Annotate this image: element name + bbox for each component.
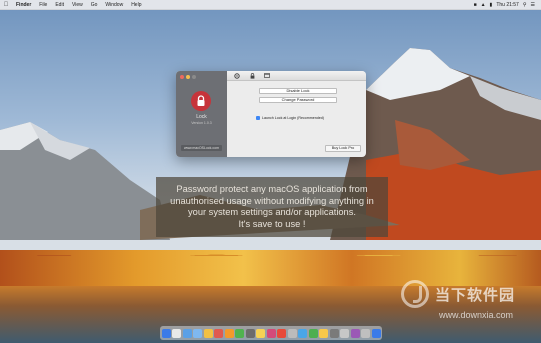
change-password-button[interactable]: Change Password	[259, 97, 337, 103]
menu-clock[interactable]: Thu 21:57	[496, 2, 519, 8]
dock	[160, 326, 382, 340]
app-version: Version 1.0.3	[191, 121, 212, 125]
close-window-button[interactable]	[180, 75, 184, 79]
dock-app-icon[interactable]	[161, 328, 171, 338]
menu-bar-status: ■ ▲ ▮ Thu 21:57 ⚲ ☰	[474, 2, 541, 8]
dock-app-icon[interactable]	[287, 328, 297, 338]
menu-go[interactable]: Go	[87, 2, 102, 8]
disable-lock-button[interactable]: Disable Lock	[259, 88, 337, 94]
watermark-logo-icon	[400, 280, 429, 308]
dock-app-icon[interactable]	[308, 328, 318, 338]
menu-bar:  Finder File Edit View Go Window Help ■…	[0, 0, 541, 10]
dock-app-icon[interactable]	[182, 328, 192, 338]
dock-app-icon[interactable]	[277, 328, 286, 338]
dock-app-icon[interactable]	[193, 328, 202, 338]
preferences-toolbar	[227, 71, 366, 81]
zoom-window-button[interactable]	[192, 75, 196, 79]
dock-app-icon[interactable]	[350, 328, 360, 338]
menu-window[interactable]: Window	[101, 2, 127, 8]
padlock-icon	[191, 91, 211, 111]
caption-line: unauthorised usage without modifying any…	[170, 195, 374, 206]
dock-app-icon[interactable]	[214, 328, 223, 338]
battery-icon[interactable]: ▮	[490, 2, 493, 8]
launch-at-login-label: Launch Lock at Login (Recommended)	[262, 116, 324, 120]
minimize-window-button[interactable]	[186, 75, 190, 79]
caption-line: Password protect any macOS application f…	[176, 184, 368, 194]
caption-line: your system settings and/or applications…	[188, 207, 356, 217]
dock-app-icon[interactable]	[245, 328, 255, 338]
app-sidebar: Lock Version 1.0.3 www.macOSLock.com	[176, 71, 227, 157]
dock-app-icon[interactable]	[340, 328, 349, 338]
wifi-icon[interactable]: ▲	[481, 2, 486, 8]
website-link[interactable]: www.macOSLock.com	[181, 145, 222, 151]
promo-caption: Password protect any macOS application f…	[156, 177, 388, 237]
launch-at-login-row[interactable]: Launch Lock at Login (Recommended)	[256, 116, 324, 120]
dock-app-icon[interactable]	[319, 328, 328, 338]
app-name: Lock	[196, 114, 207, 120]
watermark-url: www.downxia.com	[438, 310, 513, 320]
lock-icon[interactable]	[248, 72, 256, 79]
dock-app-icon[interactable]	[329, 328, 339, 338]
dock-app-icon[interactable]	[235, 328, 244, 338]
dock-app-icon[interactable]	[224, 328, 234, 338]
watermark: 当下软件园	[400, 280, 515, 308]
watermark-text: 当下软件园	[434, 286, 515, 304]
notification-center-icon[interactable]: ☰	[531, 2, 535, 8]
dock-app-icon[interactable]	[266, 328, 276, 338]
window-icon[interactable]	[263, 72, 271, 79]
menu-help[interactable]: Help	[127, 2, 145, 8]
gear-icon[interactable]	[233, 72, 241, 79]
lock-status-icon[interactable]: ■	[474, 2, 477, 8]
apple-menu-icon[interactable]: 	[0, 2, 12, 8]
app-content: Disable Lock Change Password Launch Lock…	[227, 71, 366, 157]
dock-app-icon[interactable]	[256, 328, 265, 338]
menu-file[interactable]: File	[35, 2, 51, 8]
dock-app-icon[interactable]	[203, 328, 213, 338]
menu-edit[interactable]: Edit	[51, 2, 68, 8]
menu-view[interactable]: View	[68, 2, 87, 8]
caption-line: It's save to use !	[238, 218, 306, 229]
dock-app-icon[interactable]	[172, 328, 181, 338]
window-controls	[180, 75, 196, 79]
lock-app-window: Lock Version 1.0.3 www.macOSLock.com Dis…	[176, 71, 366, 157]
spotlight-icon[interactable]: ⚲	[523, 2, 527, 8]
launch-at-login-checkbox[interactable]	[256, 116, 260, 120]
menu-finder[interactable]: Finder	[12, 2, 35, 8]
dock-app-icon[interactable]	[371, 328, 381, 338]
dock-app-icon[interactable]	[298, 328, 307, 338]
dock-app-icon[interactable]	[361, 328, 370, 338]
buy-pro-button[interactable]: Buy Lock Pro	[325, 145, 361, 152]
